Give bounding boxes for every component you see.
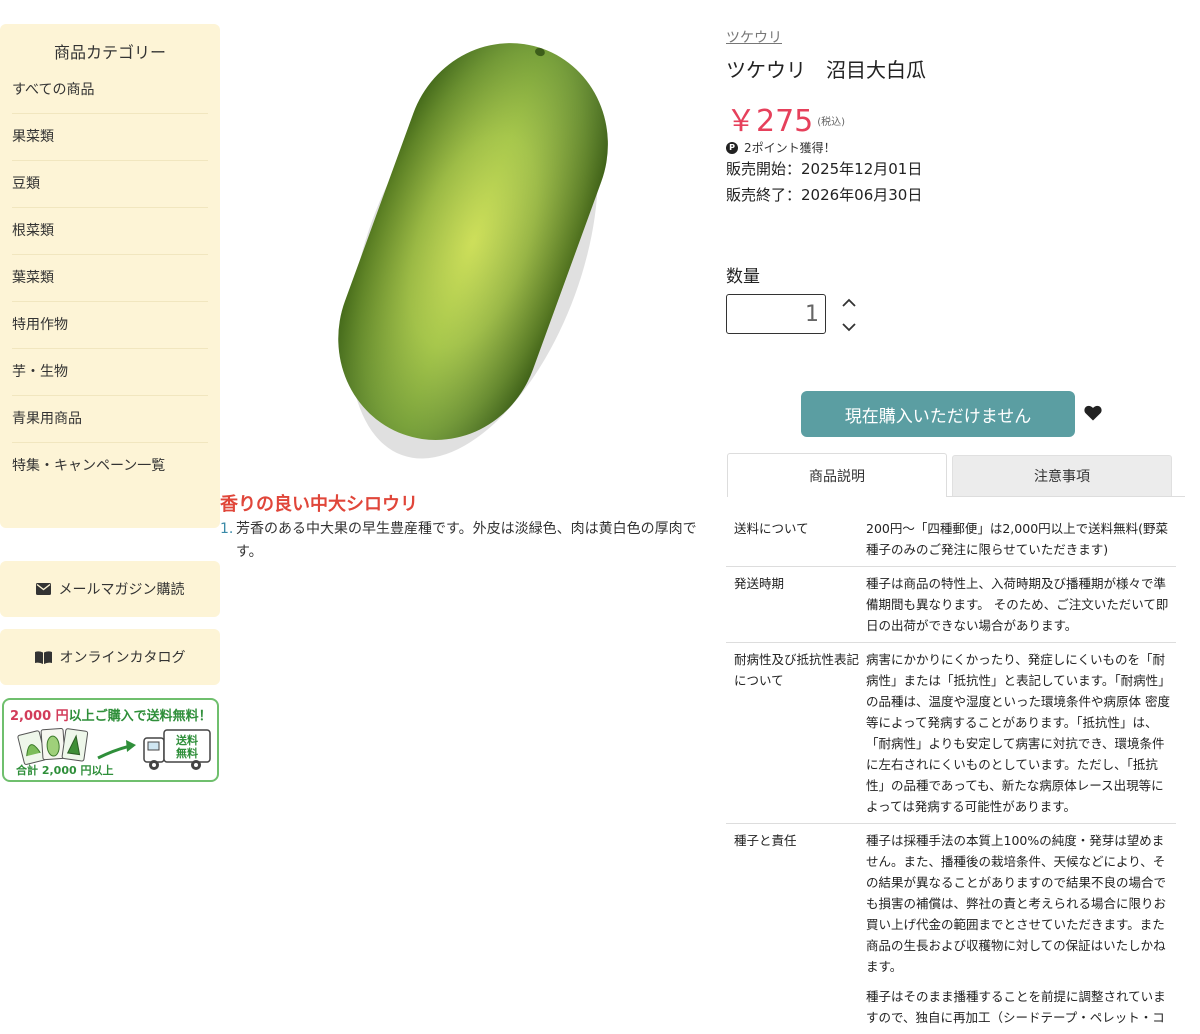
category-item-beans[interactable]: 豆類	[12, 161, 208, 208]
free-shipping-text: 以上ご購入で送料無料！	[69, 709, 212, 724]
envelope-icon	[36, 583, 51, 595]
product-image[interactable]	[300, 20, 640, 460]
price-value: ￥275	[726, 104, 813, 139]
truck-text-1: 送料	[175, 733, 198, 747]
points-text: 2ポイント獲得！	[744, 139, 836, 156]
chevron-down-icon[interactable]	[840, 320, 858, 334]
product-feature-list: 1.芳香のある中大果の早生豊産種です。外皮は淡緑色、肉は黄白色の厚肉です。	[220, 518, 715, 564]
category-sidebar: 商品カテゴリー すべての商品 果菜類 豆類 根菜類 葉菜類 特用作物 芋・生物 …	[0, 24, 220, 528]
sale-end-date: 販売終了：2026年06月30日	[726, 184, 922, 205]
info-value-resistance: 病害にかかりにくかったり、発症しにくいものを「耐病性」または「抵抗性」と表記して…	[866, 643, 1176, 824]
info-label-shipping: 送料について	[726, 512, 866, 567]
feature-item: 1.芳香のある中大果の早生豊産種です。外皮は淡緑色、肉は黄白色の厚肉です。	[220, 518, 715, 564]
info-paragraph: 200円〜「四種郵便」は2,000円以上で送料無料(野菜種子のみのご発注に限らせ…	[866, 518, 1174, 560]
free-shipping-banner[interactable]: 2,000 円以上ご購入で送料無料！ 送料 無料 合計 2,000 円以上	[2, 698, 219, 782]
table-row: 送料について 200円〜「四種郵便」は2,000円以上で送料無料(野菜種子のみの…	[726, 512, 1176, 567]
category-item-tubers[interactable]: 芋・生物	[12, 349, 208, 396]
info-paragraph: 種子は採種手法の本質上100%の純度・発芽は望めません。また、播種後の栽培条件、…	[866, 830, 1174, 977]
tab-notes[interactable]: 注意事項	[952, 455, 1172, 497]
points-icon: P	[726, 142, 738, 154]
feature-number: 1.	[220, 518, 233, 541]
table-row: 種子と責任 種子は採種手法の本質上100%の純度・発芽は望めません。また、播種後…	[726, 824, 1176, 1034]
free-shipping-amount: 2,000 円	[10, 709, 69, 724]
sale-start-date: 販売開始：2025年12月01日	[726, 158, 922, 179]
newsletter-label: メールマガジン購読	[59, 579, 185, 599]
category-item-fruit-vegetables[interactable]: 果菜類	[12, 114, 208, 161]
product-name: ツケウリ 沼目大白瓜	[726, 54, 926, 83]
free-shipping-total: 合計 2,000 円以上	[16, 762, 113, 778]
category-item-all[interactable]: すべての商品	[12, 66, 208, 114]
tab-divider	[947, 496, 1185, 497]
brand-link[interactable]: ツケウリ	[726, 27, 782, 47]
product-info-table: 送料について 200円〜「四種郵便」は2,000円以上で送料無料(野菜種子のみの…	[726, 512, 1176, 1034]
category-item-produce[interactable]: 青果用商品	[12, 396, 208, 443]
table-row: 発送時期 種子は商品の特性上、入荷時期及び播種期が様々で準備期間も異なります。 …	[726, 567, 1176, 643]
newsletter-button[interactable]: メールマガジン購読	[0, 561, 220, 617]
info-value-responsibility: 種子は採種手法の本質上100%の純度・発芽は望めません。また、播種後の栽培条件、…	[866, 824, 1176, 1034]
info-paragraph: 種子は商品の特性上、入荷時期及び播種期が様々で準備期間も異なります。 そのため、…	[866, 573, 1174, 636]
info-paragraph: 種子はそのまま播種することを前提に調整されていますので、独自に再加工（シードテー…	[866, 986, 1174, 1028]
feature-text: 芳香のある中大果の早生豊産種です。外皮は淡緑色、肉は黄白色の厚肉です。	[236, 521, 697, 560]
online-catalog-button[interactable]: オンラインカタログ	[0, 629, 220, 685]
unavailable-purchase-button[interactable]: 現在購入いただけません	[801, 391, 1075, 437]
info-paragraph: 病害にかかりにくかったり、発症しにくいものを「耐病性」または「抵抗性」と表記して…	[866, 649, 1174, 817]
chevron-up-icon[interactable]	[840, 296, 858, 310]
table-row: 耐病性及び抵抗性表記について 病害にかかりにくかったり、発症しにくいものを「耐病…	[726, 643, 1176, 824]
quantity-input[interactable]	[726, 294, 826, 334]
heart-icon[interactable]	[1084, 405, 1102, 421]
truck-text-2: 無料	[176, 746, 198, 760]
points-info: P 2ポイント獲得！	[726, 139, 836, 156]
info-value-shipping: 200円〜「四種郵便」は2,000円以上で送料無料(野菜種子のみのご発注に限らせ…	[866, 512, 1176, 567]
category-list: すべての商品 果菜類 豆類 根菜類 葉菜類 特用作物 芋・生物 青果用商品 特集…	[0, 66, 220, 490]
category-item-campaigns[interactable]: 特集・キャンペーン一覧	[12, 443, 208, 490]
product-price: ￥275 (税込)	[726, 96, 845, 140]
category-item-leaf-vegetables[interactable]: 葉菜類	[12, 255, 208, 302]
open-book-icon	[35, 651, 52, 664]
category-item-special-crops[interactable]: 特用作物	[12, 302, 208, 349]
product-catch-title: 香りの良い中大シロウリ	[220, 490, 418, 516]
free-shipping-headline: 2,000 円以上ご購入で送料無料！	[10, 705, 212, 724]
info-label-responsibility: 種子と責任	[726, 824, 866, 1034]
tab-product-description[interactable]: 商品説明	[727, 453, 947, 497]
category-title: 商品カテゴリー	[0, 24, 220, 66]
catalog-label: オンラインカタログ	[60, 647, 186, 667]
info-value-dispatch: 種子は商品の特性上、入荷時期及び播種期が様々で準備期間も異なります。 そのため、…	[866, 567, 1176, 643]
info-label-dispatch: 発送時期	[726, 567, 866, 643]
tax-note: (税込)	[817, 117, 845, 128]
category-item-root-vegetables[interactable]: 根菜類	[12, 208, 208, 255]
info-label-resistance: 耐病性及び抵抗性表記について	[726, 643, 866, 824]
quantity-label: 数量	[726, 262, 760, 287]
quantity-stepper[interactable]	[840, 296, 858, 336]
